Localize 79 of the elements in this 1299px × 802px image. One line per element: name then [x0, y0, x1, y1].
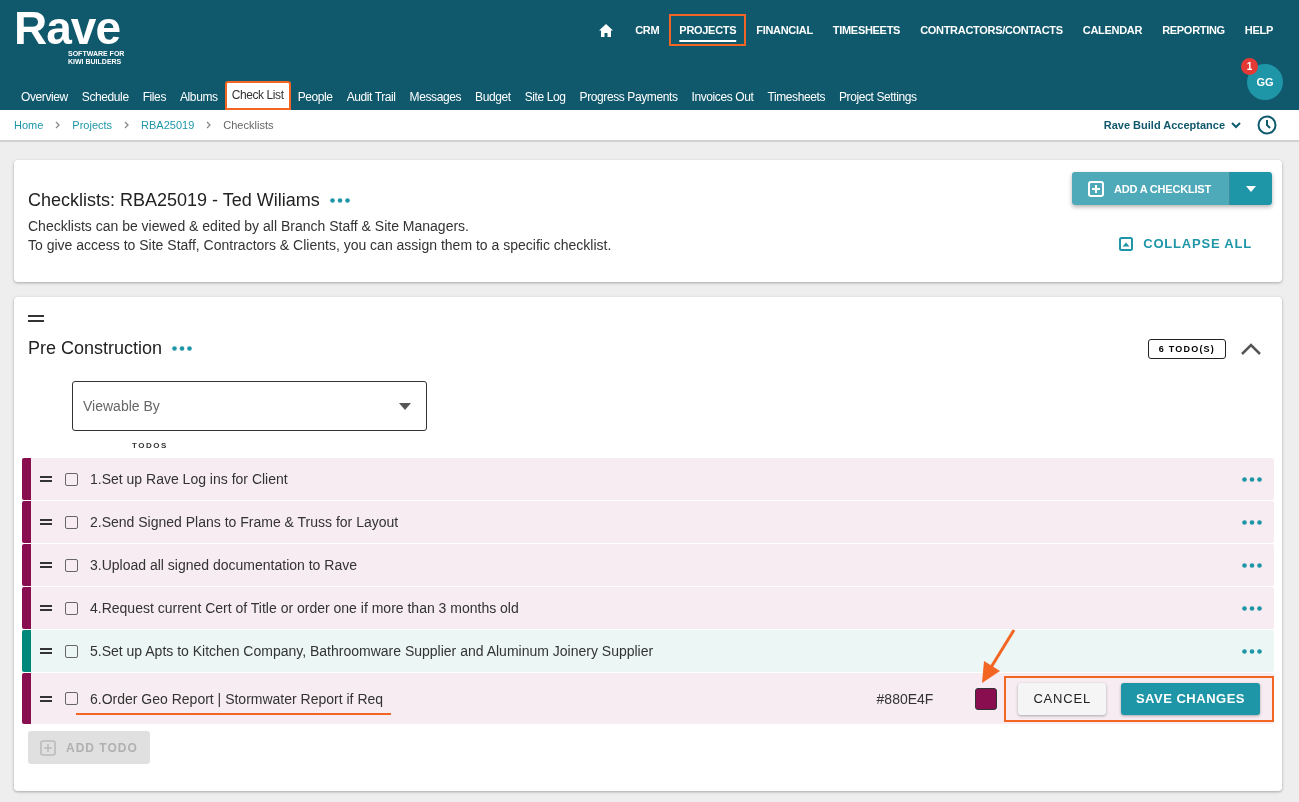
drag-handle-icon[interactable]	[40, 476, 52, 482]
todo-text: 2.Send Signed Plans to Frame & Truss for Layout	[90, 514, 399, 530]
tab[interactable]: Site Log	[517, 83, 573, 110]
tab[interactable]: People	[290, 83, 340, 110]
breadcrumb-link[interactable]: RBA25019	[141, 119, 195, 131]
nav-link[interactable]: CONTRACTORS/CONTACTS	[910, 14, 1073, 46]
plus-icon	[1088, 180, 1104, 197]
breadcrumb-current: Checklists	[223, 119, 274, 131]
checkbox[interactable]	[65, 472, 78, 486]
tab[interactable]: Messages	[402, 83, 469, 110]
color-code: #880E4F	[876, 690, 934, 707]
collapse-all-button[interactable]: COLLAPSE ALL	[1113, 235, 1258, 252]
description-text: Checklists can be viewed & edited by all Branch Staff & Site Managers.	[28, 217, 470, 236]
nav-link[interactable]: HELP	[1234, 14, 1283, 46]
more-icon[interactable]	[1242, 476, 1262, 482]
dropdown-button[interactable]	[1229, 172, 1272, 205]
drag-handle-icon[interactable]	[40, 519, 52, 525]
more-icon[interactable]	[1242, 648, 1262, 654]
drag-handle-icon[interactable]	[40, 562, 52, 568]
tab[interactable]: Files	[135, 83, 173, 110]
tab[interactable]: Progress Payments	[572, 83, 685, 110]
checkbox[interactable]	[65, 558, 78, 572]
tab[interactable]: Invoices Out	[684, 83, 761, 110]
plus-icon	[40, 739, 56, 756]
nav-link[interactable]: REPORTING	[1152, 14, 1235, 46]
nav-link[interactable]: TIMESHEETS	[822, 14, 911, 46]
caret-icon	[1245, 184, 1257, 193]
drag-handle-icon[interactable]	[40, 648, 52, 654]
more-icon[interactable]	[172, 346, 193, 351]
chevron-icon	[55, 121, 61, 129]
chevron-icon	[124, 121, 130, 129]
tab[interactable]: Audit Trail	[339, 83, 403, 110]
viewable-by-select[interactable]: Viewable By	[72, 381, 427, 431]
more-icon[interactable]	[1242, 562, 1262, 568]
drag-handle-icon[interactable]	[40, 695, 52, 702]
breadcrumb-link[interactable]: Projects	[72, 119, 113, 131]
caret-icon	[399, 402, 411, 410]
chevron-icon	[1231, 119, 1241, 131]
todo-text: 3.Upload all signed documentation to Rave	[90, 557, 357, 573]
annotation-arrow	[980, 628, 1017, 685]
todo-input[interactable]: 6.Order Geo Report | Stormwater Report if Req	[90, 690, 384, 707]
drag-handle-icon[interactable]	[40, 605, 52, 611]
logo[interactable]: Rave	[14, 6, 120, 50]
page-title: Checklists: RBA25019 - Ted Wiliams	[28, 190, 320, 211]
todo-text: 5.Set up Apts to Kitchen Company, Bathroomware Supplier and Aluminum Joinery Supplier	[90, 643, 654, 659]
column-label: TODOS	[132, 441, 169, 450]
tab[interactable]: Check List	[224, 81, 291, 110]
todo-count: 6 TODO(S)	[1147, 338, 1226, 359]
checkbox[interactable]	[65, 644, 78, 658]
notification-badge: 1	[1241, 58, 1258, 75]
chevron-icon	[206, 121, 212, 129]
nav-link[interactable]: FINANCIAL	[746, 14, 823, 46]
tab[interactable]: Project Settings	[832, 83, 924, 110]
nav-link[interactable]: CALENDAR	[1072, 14, 1153, 46]
more-icon[interactable]	[1242, 605, 1262, 611]
tab[interactable]: Overview	[14, 83, 75, 110]
template-select[interactable]: Rave Build Acceptance	[1103, 119, 1241, 131]
checklist-title: Pre Construction	[28, 338, 163, 359]
checkbox[interactable]	[65, 692, 78, 705]
collapse-chevron-icon[interactable]	[1240, 341, 1262, 356]
nav-link[interactable]: CRM	[625, 14, 670, 46]
tab[interactable]: Schedule	[74, 83, 136, 110]
tab[interactable]: Timesheets	[760, 83, 832, 110]
description-text: To give access to Site Staff, Contractors & Clients, you can assign them to a specific checklist.	[28, 236, 612, 255]
checkbox[interactable]	[65, 515, 78, 529]
clock-icon[interactable]	[1257, 115, 1277, 135]
drag-handle-icon[interactable]	[28, 315, 44, 322]
more-icon[interactable]	[329, 198, 350, 203]
tab[interactable]: Budget	[468, 83, 518, 110]
nav-link[interactable]: PROJECTS	[669, 14, 747, 46]
cancel-button[interactable]: CANCEL	[1018, 682, 1106, 715]
collapse-icon	[1119, 236, 1134, 251]
breadcrumb-link[interactable]: Home	[14, 119, 44, 131]
todo-text: 1.Set up Rave Log ins for Client	[90, 471, 288, 487]
tab[interactable]: Albums	[173, 83, 225, 110]
save-changes-button[interactable]: SAVE CHANGES	[1120, 682, 1260, 715]
todo-text: 4.Request current Cert of Title or order one if more than 3 months old	[90, 600, 519, 616]
more-icon[interactable]	[1242, 519, 1262, 525]
checkbox[interactable]	[65, 601, 78, 615]
